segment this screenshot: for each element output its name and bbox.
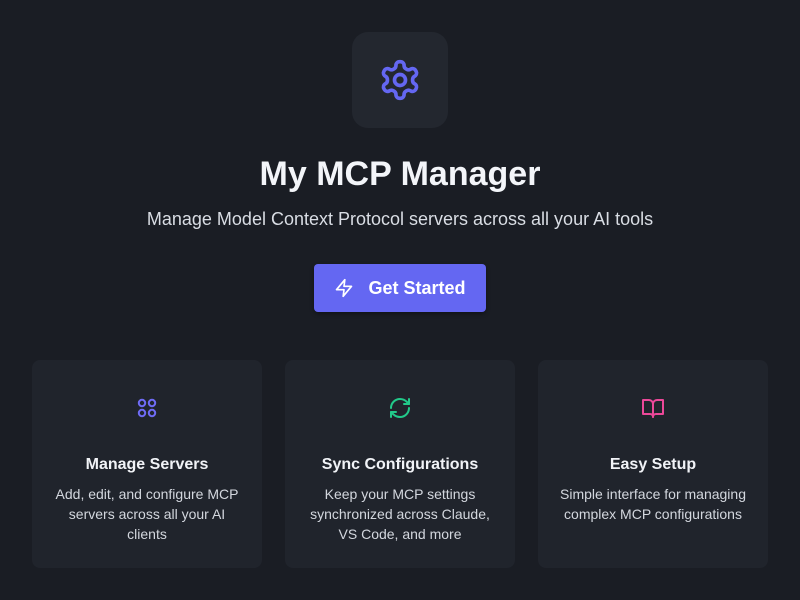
feature-description: Keep your MCP settings synchronized acro… (310, 486, 490, 542)
get-started-button[interactable]: Get Started (314, 264, 486, 312)
welcome-page: My MCP Manager Manage Model Context Prot… (0, 0, 800, 600)
page-subtitle: Manage Model Context Protocol servers ac… (146, 209, 654, 229)
feature-cards: Manage Servers Add, edit, and configure … (32, 360, 768, 568)
feature-description: Simple interface for managing complex MC… (560, 486, 746, 522)
feature-title: Easy Setup (609, 456, 697, 473)
feature-description: Add, edit, and configure MCP servers acr… (55, 486, 239, 542)
get-started-label: Get Started (368, 277, 466, 298)
feature-card-easy-setup: Easy Setup Simple interface for managing… (538, 360, 768, 568)
feature-title: Sync Configurations (321, 456, 479, 473)
page-title: My MCP Manager (259, 155, 541, 193)
feature-card-manage-servers: Manage Servers Add, edit, and configure … (32, 360, 262, 568)
app-logo-tile (352, 32, 448, 128)
lightning-bolt-icon (334, 278, 354, 298)
feature-card-sync-configurations: Sync Configurations Keep your MCP settin… (285, 360, 515, 568)
grid-circles-icon (137, 398, 157, 418)
gear-icon (381, 59, 419, 101)
feature-title: Manage Servers (85, 456, 209, 473)
refresh-icon (390, 398, 410, 418)
open-book-icon (642, 399, 664, 418)
